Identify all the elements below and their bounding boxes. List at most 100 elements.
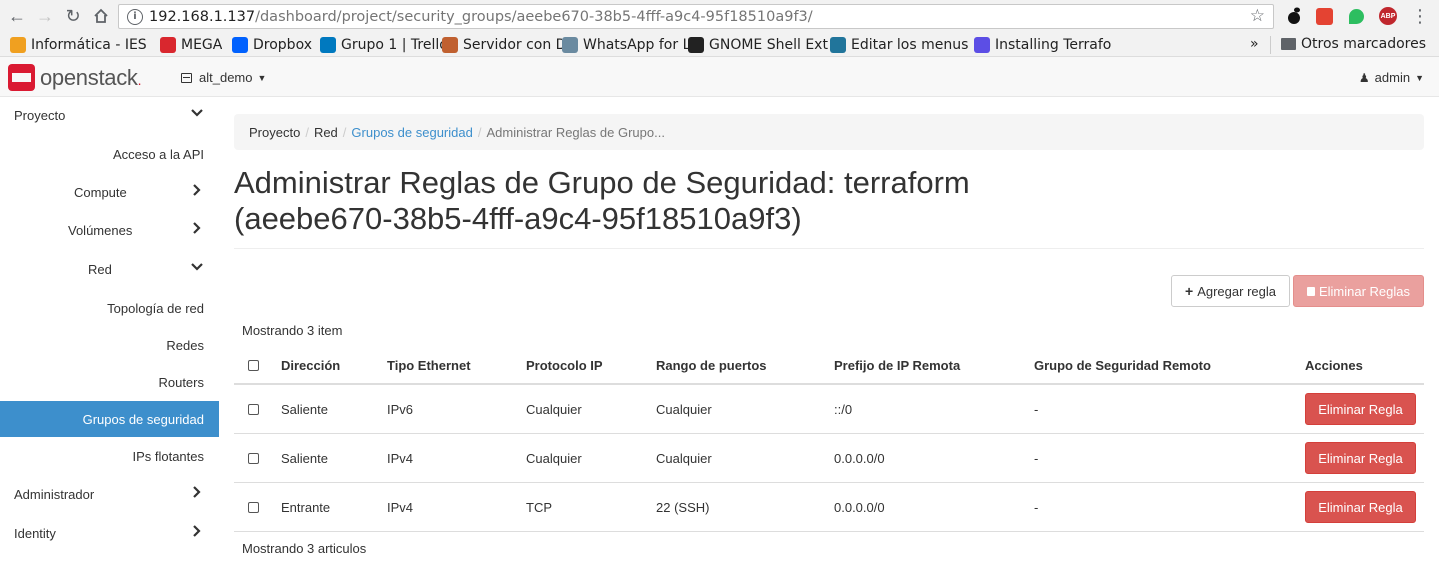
evernote-extension-icon[interactable]	[1346, 6, 1366, 26]
whatsapp-icon	[562, 37, 578, 53]
sidebar-item-topología-de-red[interactable]: Topología de red	[0, 290, 219, 326]
mega-icon	[160, 37, 176, 53]
sidebar-item-administrador[interactable]: Administrador	[0, 476, 219, 512]
row-checkbox[interactable]	[248, 483, 259, 531]
forward-arrow-icon[interactable]: →	[32, 3, 58, 29]
sidebar-item-volúmenes[interactable]: Volúmenes	[0, 212, 219, 248]
bookmark-item[interactable]: MEGA	[160, 37, 232, 53]
page-title-line2: (aeebe670-38b5-4fff-a9c4-95f18510a9f3)	[234, 201, 802, 236]
cell-protocol: Cualquier	[526, 401, 582, 417]
folder-icon	[1281, 38, 1296, 50]
todoist-extension-icon[interactable]	[1314, 6, 1334, 26]
sidebar-item-label: Identity	[14, 525, 56, 541]
url-path: /dashboard/project/security_groups/aeebe…	[255, 8, 813, 25]
sidebar-item-label: Grupos de seguridad	[82, 411, 204, 427]
caret-down-icon: ▼	[257, 72, 267, 83]
bookmark-item[interactable]: GNOME Shell Ext	[688, 37, 830, 53]
item-count-top: Mostrando 3 item	[242, 323, 343, 338]
more-bookmarks-icon[interactable]: »	[1250, 36, 1259, 52]
cell-remote-group: -	[1034, 499, 1039, 515]
cell-ether: IPv6	[387, 401, 414, 417]
sidebar-item-label: Volúmenes	[68, 222, 133, 238]
openstack-wordmark: openstack.	[40, 64, 142, 90]
bookmarks-bar: Informática - IES MEGA Dropbox Grupo 1 | Tr…	[0, 33, 1439, 57]
cell-direction: Entrante	[281, 499, 331, 515]
bookmark-label: Dropbox	[253, 37, 312, 53]
adblock-extension-icon[interactable]: ABP	[1378, 6, 1398, 26]
cell-remote-group: -	[1034, 450, 1039, 466]
bookmark-item[interactable]: Servidor con Deb	[442, 37, 562, 53]
header-direccion[interactable]: Dirección	[281, 347, 340, 383]
bookmark-label: MEGA	[181, 37, 223, 53]
page-title-line1: Administrar Reglas de Grupo de Seguridad…	[234, 165, 970, 200]
sidebar-item-compute[interactable]: Compute	[0, 174, 219, 210]
header-tipo-ethernet[interactable]: Tipo Ethernet	[387, 347, 471, 383]
delete-rules-button[interactable]: Eliminar Reglas	[1293, 275, 1424, 307]
chevron-right-icon	[193, 486, 201, 498]
page-title: Administrar Reglas de Grupo de Seguridad…	[234, 165, 1424, 237]
bookmark-item[interactable]: WhatsApp for Lin	[562, 37, 688, 53]
plus-icon: +	[1185, 283, 1194, 299]
add-rule-button[interactable]: + Agregar regla	[1171, 275, 1290, 307]
add-rule-label: Agregar regla	[1197, 283, 1276, 299]
bookmark-item[interactable]: Informática - IES	[10, 37, 160, 53]
bookmark-item[interactable]: Editar los menus	[830, 37, 974, 53]
sidebar-item-routers[interactable]: Routers	[0, 364, 219, 400]
bookmark-item[interactable]: Installing Terrafo	[974, 37, 1124, 53]
table-header-row: Dirección Tipo Ethernet Protocolo IP Ran…	[234, 347, 1424, 385]
project-dropdown[interactable]: alt_demo ▼	[181, 70, 266, 85]
sidebar-item-identity[interactable]: Identity	[0, 515, 219, 551]
openstack-navbar: openstack. alt_demo ▼ ♟ admin ▼	[0, 57, 1439, 97]
sidebar-item-proyecto[interactable]: Proyecto	[0, 97, 219, 133]
cell-ether: IPv4	[387, 450, 414, 466]
select-all-checkbox[interactable]	[248, 347, 259, 383]
sidebar-item-grupos-de-seguridad[interactable]: Grupos de seguridad	[0, 401, 219, 437]
sidebar: Proyecto Acceso a la API Compute Volúmenes R…	[0, 97, 219, 568]
header-prefijo-ip[interactable]: Prefijo de IP Remota	[834, 347, 960, 383]
other-bookmarks-folder[interactable]: Otros marcadores	[1281, 36, 1426, 52]
gnome-extension-icon[interactable]	[1284, 6, 1304, 26]
bookmark-star-icon[interactable]: ☆	[1250, 6, 1265, 26]
chevron-right-icon	[193, 525, 201, 537]
dropbox-icon	[232, 37, 248, 53]
user-dropdown[interactable]: ♟ admin ▼	[1359, 70, 1424, 85]
terraform-icon	[974, 37, 990, 53]
chevron-down-icon	[191, 109, 203, 117]
url-host: 192.168.1.137	[149, 8, 256, 25]
breadcrumb-item-current: Administrar Reglas de Grupo...	[486, 124, 665, 140]
header-rango-puertos[interactable]: Rango de puertos	[656, 347, 767, 383]
info-icon[interactable]: i	[127, 8, 143, 25]
user-name: admin	[1374, 70, 1411, 85]
bookmark-item[interactable]: Dropbox	[232, 37, 320, 53]
header-grupo-remoto[interactable]: Grupo de Seguridad Remoto	[1034, 347, 1211, 383]
caret-down-icon: ▼	[1415, 72, 1424, 83]
bookmarks-divider	[1270, 36, 1271, 54]
browser-menu-icon[interactable]: ⋮	[1410, 6, 1430, 26]
row-checkbox[interactable]	[248, 385, 259, 433]
sidebar-item-ips-flotantes[interactable]: IPs flotantes	[0, 438, 219, 474]
openstack-logo-icon	[8, 64, 35, 91]
sidebar-item-label: Proyecto	[14, 107, 66, 123]
sidebar-item-acceso-a-la-api[interactable]: Acceso a la API	[0, 136, 219, 172]
header-protocolo[interactable]: Protocolo IP	[526, 347, 603, 383]
delete-rule-button[interactable]: Eliminar Regla	[1305, 491, 1416, 523]
address-bar[interactable]: i 192.168.1.137/dashboard/project/securi…	[118, 4, 1274, 29]
reload-icon[interactable]: ↻	[60, 3, 86, 29]
home-icon[interactable]	[88, 3, 114, 29]
delete-rule-button[interactable]: Eliminar Regla	[1305, 442, 1416, 474]
bookmark-item[interactable]: Grupo 1 | Trello	[320, 37, 442, 53]
delete-rule-button[interactable]: Eliminar Regla	[1305, 393, 1416, 425]
breadcrumb: Proyecto / Red / Grupos de seguridad / A…	[234, 114, 1424, 150]
sidebar-item-redes[interactable]: Redes	[0, 327, 219, 363]
cell-remote-group: -	[1034, 401, 1039, 417]
breadcrumb-item-red: Red	[313, 124, 338, 140]
row-checkbox[interactable]	[248, 434, 259, 482]
sidebar-item-red[interactable]: Red	[0, 251, 219, 287]
back-arrow-icon[interactable]: ←	[4, 3, 30, 29]
cell-ports: 22 (SSH)	[656, 499, 710, 515]
bookmark-label: Editar los menus	[851, 37, 969, 53]
breadcrumb-item-grupos[interactable]: Grupos de seguridad	[351, 125, 472, 140]
openstack-logo[interactable]: openstack.	[8, 64, 141, 91]
breadcrumb-separator: /	[342, 124, 347, 140]
cell-direction: Saliente	[281, 450, 328, 466]
